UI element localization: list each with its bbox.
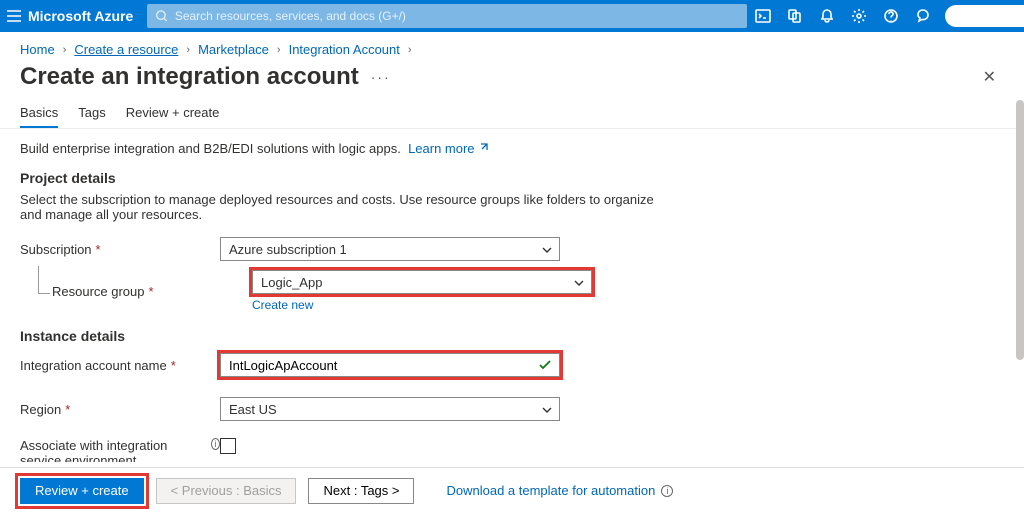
- scrollbar-thumb[interactable]: [1016, 100, 1024, 360]
- download-template-label: Download a template for automation: [446, 483, 655, 498]
- settings-gear-icon[interactable]: [843, 0, 875, 32]
- chevron-down-icon: [541, 244, 553, 256]
- required-asterisk: *: [65, 402, 70, 417]
- breadcrumb: Home › Create a resource › Marketplace ›…: [0, 32, 1024, 63]
- crumb-marketplace[interactable]: Marketplace: [198, 42, 269, 57]
- crumb-create-resource[interactable]: Create a resource: [74, 42, 178, 57]
- subscription-label: Subscription *: [20, 242, 220, 257]
- info-icon[interactable]: i: [211, 438, 220, 450]
- help-icon[interactable]: [875, 0, 907, 32]
- associate-ise-checkbox[interactable]: [220, 438, 236, 454]
- download-template-link[interactable]: Download a template for automation i: [446, 483, 673, 498]
- region-value: East US: [229, 402, 277, 417]
- form-content: Build enterprise integration and B2B/EDI…: [0, 129, 1024, 462]
- info-icon[interactable]: i: [661, 485, 673, 497]
- resource-group-row: Resource group * Logic_App Create new: [20, 270, 1004, 312]
- notifications-icon[interactable]: [811, 0, 843, 32]
- validation-check-icon: [538, 358, 552, 375]
- review-create-highlight: Review + create: [20, 478, 144, 504]
- hamburger-menu-button[interactable]: [6, 8, 22, 24]
- learn-more-link[interactable]: Learn more: [408, 141, 488, 156]
- previous-button: < Previous : Basics: [156, 478, 297, 504]
- topbar-icon-group: [747, 0, 1024, 32]
- chevron-right-icon: ›: [408, 44, 412, 56]
- form-tabs: Basics Tags Review + create: [0, 99, 1024, 129]
- required-asterisk: *: [171, 358, 176, 373]
- close-blade-button[interactable]: ✕: [975, 63, 1004, 91]
- global-search-input[interactable]: [175, 9, 739, 23]
- review-create-button[interactable]: Review + create: [20, 478, 144, 504]
- azure-top-bar: Microsoft Azure: [0, 0, 1024, 32]
- tab-basics[interactable]: Basics: [20, 99, 58, 128]
- chevron-right-icon: ›: [186, 44, 190, 56]
- account-name-label: Integration account name *: [20, 358, 220, 373]
- account-name-row: Integration account name *: [20, 350, 1004, 380]
- account-name-field-wrap: [220, 353, 560, 377]
- account-switcher[interactable]: [945, 5, 1024, 27]
- resource-group-label: Resource group *: [52, 284, 252, 299]
- resource-group-value: Logic_App: [261, 275, 322, 290]
- tab-review-create[interactable]: Review + create: [126, 99, 220, 128]
- global-search[interactable]: [147, 4, 747, 28]
- directories-icon[interactable]: [779, 0, 811, 32]
- region-select[interactable]: East US: [220, 397, 560, 421]
- subscription-label-text: Subscription: [20, 242, 92, 257]
- chevron-down-icon: [573, 277, 585, 289]
- cloud-shell-icon[interactable]: [747, 0, 779, 32]
- instance-details-heading: Instance details: [20, 328, 1004, 344]
- learn-more-label: Learn more: [408, 141, 474, 156]
- indent-connector: [38, 266, 50, 294]
- next-button[interactable]: Next : Tags >: [308, 478, 414, 504]
- crumb-home[interactable]: Home: [20, 42, 55, 57]
- required-asterisk: *: [96, 242, 101, 257]
- page-title-row: Create an integration account ··· ✕: [0, 63, 1024, 99]
- integration-account-name-input[interactable]: [220, 353, 560, 377]
- chevron-right-icon: ›: [277, 44, 281, 56]
- region-label: Region *: [20, 402, 220, 417]
- intro-text: Build enterprise integration and B2B/EDI…: [20, 141, 1004, 156]
- form-footer: Review + create < Previous : Basics Next…: [0, 467, 1024, 513]
- resource-group-select[interactable]: Logic_App: [252, 270, 592, 294]
- chevron-right-icon: ›: [63, 44, 67, 56]
- region-label-text: Region: [20, 402, 61, 417]
- vertical-scrollbar[interactable]: [1014, 100, 1024, 430]
- associate-ise-row: Associate with integration service envir…: [20, 438, 1004, 462]
- intro-text-span: Build enterprise integration and B2B/EDI…: [20, 141, 401, 156]
- account-name-label-text: Integration account name: [20, 358, 167, 373]
- subscription-row: Subscription * Azure subscription 1: [20, 234, 1004, 264]
- region-row: Region * East US: [20, 394, 1004, 424]
- required-asterisk: *: [149, 284, 154, 299]
- chevron-down-icon: [541, 404, 553, 416]
- subscription-value: Azure subscription 1: [229, 242, 347, 257]
- crumb-integration-account[interactable]: Integration Account: [289, 42, 400, 57]
- subscription-select[interactable]: Azure subscription 1: [220, 237, 560, 261]
- page-title: Create an integration account: [20, 63, 359, 91]
- feedback-icon[interactable]: [907, 0, 939, 32]
- page-more-menu[interactable]: ···: [371, 69, 391, 85]
- associate-ise-label-text: Associate with integration service envir…: [20, 438, 207, 462]
- project-details-description: Select the subscription to manage deploy…: [20, 192, 660, 222]
- create-new-resource-group-link[interactable]: Create new: [252, 298, 592, 312]
- brand-label[interactable]: Microsoft Azure: [22, 8, 147, 24]
- project-details-heading: Project details: [20, 170, 1004, 186]
- associate-ise-label: Associate with integration service envir…: [20, 438, 220, 462]
- tab-tags[interactable]: Tags: [78, 99, 105, 128]
- resource-group-label-text: Resource group: [52, 284, 145, 299]
